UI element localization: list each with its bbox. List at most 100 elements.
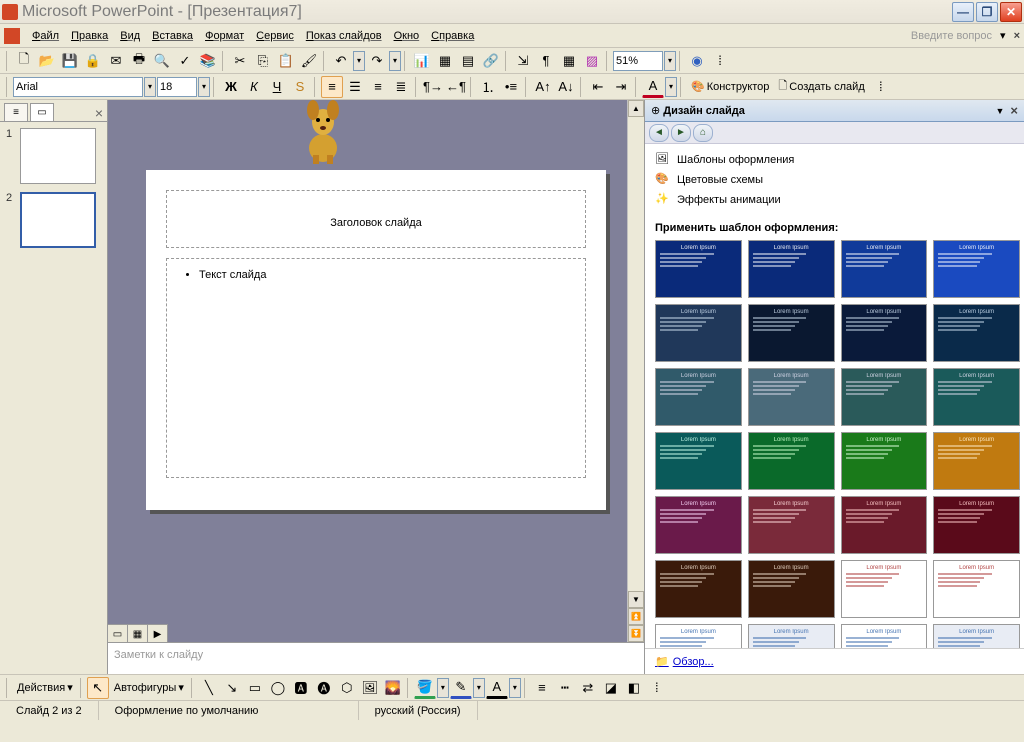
print-preview-icon[interactable]: 🔍 xyxy=(151,50,173,72)
menu-format[interactable]: Формат xyxy=(199,28,250,44)
align-right-button[interactable]: ≡ xyxy=(367,76,389,98)
table-icon[interactable]: ▦ xyxy=(434,50,456,72)
copy-icon[interactable]: ⎘ xyxy=(252,50,274,72)
align-center-button[interactable]: ☰ xyxy=(344,76,366,98)
shadow-button[interactable]: S xyxy=(289,76,311,98)
menu-service[interactable]: Сервис xyxy=(250,28,300,44)
zoom-dropdown[interactable]: ▾ xyxy=(664,51,676,71)
slide-canvas[interactable]: Заголовок слайда Текст слайда xyxy=(146,170,606,510)
browse-link[interactable]: 📁 Обзор... xyxy=(655,655,1014,668)
design-template[interactable]: Lorem Ipsum xyxy=(748,496,835,554)
shadow-style-icon[interactable]: ◪ xyxy=(600,677,622,699)
link-color-schemes[interactable]: 🎨 Цветовые схемы xyxy=(655,170,1014,190)
ask-dropdown-icon[interactable]: ▾ xyxy=(1000,29,1006,42)
design-template[interactable]: Lorem Ipsum xyxy=(748,304,835,362)
toolbar-options-icon[interactable]: ⁞ xyxy=(709,50,731,72)
decrease-font-button[interactable]: A↓ xyxy=(555,76,577,98)
print-icon[interactable]: 🖶 xyxy=(128,50,150,72)
design-template[interactable]: Lorem Ipsum xyxy=(748,240,835,298)
spellcheck-icon[interactable]: ✓ xyxy=(174,50,196,72)
rtl-button[interactable]: ←¶ xyxy=(445,76,467,98)
design-template[interactable]: Lorem Ipsum xyxy=(748,368,835,426)
rectangle-icon[interactable]: ▭ xyxy=(244,677,266,699)
office-assistant[interactable] xyxy=(298,100,348,165)
design-template[interactable]: Lorem Ipsum xyxy=(841,368,928,426)
font-dropdown[interactable]: ▾ xyxy=(144,77,156,97)
zoom-select[interactable]: 51% xyxy=(613,51,663,71)
design-template[interactable]: Lorem Ipsum xyxy=(933,496,1020,554)
design-template[interactable]: Lorem Ipsum xyxy=(841,304,928,362)
research-icon[interactable]: 📚 xyxy=(197,50,219,72)
design-template[interactable]: Lorem Ipsum xyxy=(933,624,1020,648)
increase-indent-button[interactable]: ⇥ xyxy=(610,76,632,98)
design-template[interactable]: Lorem Ipsum xyxy=(841,496,928,554)
picture-icon[interactable]: 🌄 xyxy=(382,677,404,699)
design-template[interactable]: Lorem Ipsum xyxy=(841,240,928,298)
outline-tab[interactable]: ≡ xyxy=(4,103,28,121)
diagram-icon[interactable]: ⬡ xyxy=(336,677,358,699)
font-size-dropdown[interactable]: ▾ xyxy=(198,77,210,97)
textbox-icon[interactable]: 🅰 xyxy=(290,677,312,699)
font-color-dropdown[interactable]: ▾ xyxy=(665,77,677,97)
hyperlink-icon[interactable]: 🔗 xyxy=(480,50,502,72)
thumb-row[interactable]: 1 xyxy=(6,128,101,184)
menu-help[interactable]: Справка xyxy=(425,28,480,44)
design-template[interactable]: Lorem Ipsum xyxy=(933,560,1020,618)
design-template[interactable]: Lorem Ipsum xyxy=(748,560,835,618)
notes-pane[interactable]: Заметки к слайду xyxy=(108,642,644,674)
menu-edit[interactable]: Правка xyxy=(65,28,114,44)
menu-view[interactable]: Вид xyxy=(114,28,146,44)
menu-file[interactable]: Файл xyxy=(26,28,65,44)
design-template[interactable]: Lorem Ipsum xyxy=(655,496,742,554)
format-painter-icon[interactable]: 🖌 xyxy=(298,50,320,72)
arrow-style-icon[interactable]: ⇄ xyxy=(577,677,599,699)
link-design-templates[interactable]: 🖼 Шаблоны оформления xyxy=(655,150,1014,170)
design-template[interactable]: Lorem Ipsum xyxy=(841,432,928,490)
slide-panel-close[interactable]: × xyxy=(95,105,103,121)
design-template[interactable]: Lorem Ipsum xyxy=(655,240,742,298)
email-icon[interactable]: ✉ xyxy=(105,50,127,72)
document-close-button[interactable]: × xyxy=(1014,30,1020,42)
design-template[interactable]: Lorem Ipsum xyxy=(933,240,1020,298)
design-template[interactable]: Lorem Ipsum xyxy=(933,432,1020,490)
fontc-dd[interactable]: ▾ xyxy=(509,678,521,698)
italic-button[interactable]: К xyxy=(243,76,265,98)
design-template[interactable]: Lorem Ipsum xyxy=(655,624,742,648)
line-style-icon[interactable]: ≡ xyxy=(531,677,553,699)
design-template[interactable]: Lorem Ipsum xyxy=(655,304,742,362)
oval-icon[interactable]: ◯ xyxy=(267,677,289,699)
slide-body-placeholder[interactable]: Текст слайда xyxy=(166,258,586,478)
decrease-indent-button[interactable]: ⇤ xyxy=(587,76,609,98)
paste-icon[interactable]: 📋 xyxy=(275,50,297,72)
scroll-up-icon[interactable]: ▲ xyxy=(628,100,644,117)
help-icon[interactable]: ◉ xyxy=(686,50,708,72)
design-template[interactable]: Lorem Ipsum xyxy=(655,432,742,490)
bullets-button[interactable]: •≡ xyxy=(500,76,522,98)
toolbar-options-icon-2[interactable]: ⁞ xyxy=(870,76,892,98)
slide-thumbnail[interactable] xyxy=(20,192,96,248)
wordart-icon[interactable]: 🅐 xyxy=(313,677,335,699)
design-template[interactable]: Lorem Ipsum xyxy=(933,304,1020,362)
designer-button[interactable]: 🎨Конструктор xyxy=(687,80,773,93)
open-icon[interactable]: 📂 xyxy=(36,50,58,72)
menu-insert[interactable]: Вставка xyxy=(146,28,199,44)
autoshapes-menu[interactable]: Автофигуры ▾ xyxy=(110,681,188,694)
sorter-view-button[interactable]: ▦ xyxy=(128,625,148,643)
design-template[interactable]: Lorem Ipsum xyxy=(748,432,835,490)
nav-forward-button[interactable]: ► xyxy=(671,124,691,142)
prev-slide-icon[interactable]: ⏫ xyxy=(628,608,644,625)
scroll-down-icon[interactable]: ▼ xyxy=(628,591,644,608)
3d-style-icon[interactable]: ◧ xyxy=(623,677,645,699)
nav-home-button[interactable]: ⌂ xyxy=(693,124,713,142)
underline-button[interactable]: Ч xyxy=(266,76,288,98)
close-button[interactable]: ✕ xyxy=(1000,2,1022,22)
design-template[interactable]: Lorem Ipsum xyxy=(933,368,1020,426)
task-pane-close[interactable]: × xyxy=(1010,103,1018,118)
tables-borders-icon[interactable]: ▤ xyxy=(457,50,479,72)
show-formatting-icon[interactable]: ¶ xyxy=(535,50,557,72)
minimize-button[interactable]: — xyxy=(952,2,974,22)
dash-style-icon[interactable]: ┅ xyxy=(554,677,576,699)
design-template[interactable]: Lorem Ipsum xyxy=(841,560,928,618)
menu-window[interactable]: Окно xyxy=(388,28,426,44)
line-color-icon[interactable]: ✎ xyxy=(450,677,472,699)
